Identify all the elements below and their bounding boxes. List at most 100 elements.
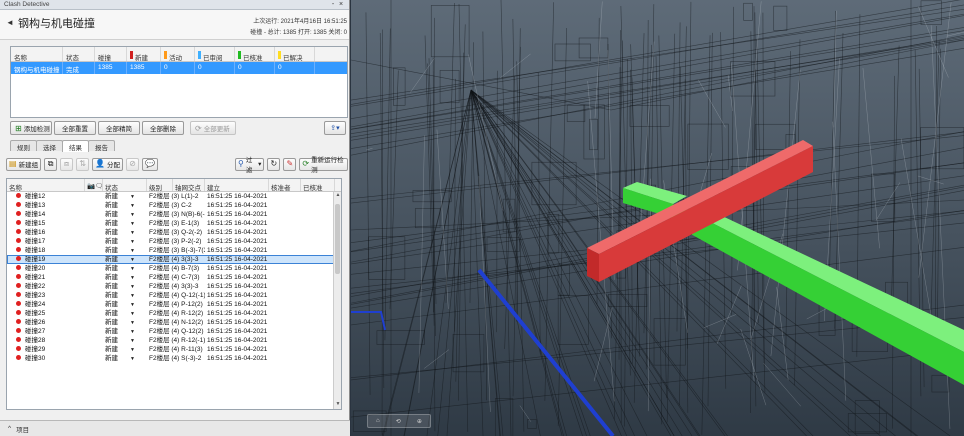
clash-row[interactable]: 碰撞17 新建 ▼ F2楼层 (3) P-2(-2) 16:51:25 16-04-2… [7,237,341,246]
tests-col-header[interactable]: 已核准 [235,47,275,62]
status-dot-icon [16,319,21,324]
clash-row[interactable]: 碰撞12 新建 ▼ F2楼层 (3) L(1)-2 16:51:25 16-04-20… [7,192,341,201]
clash-row[interactable]: 碰撞21 新建 ▼ F2楼层 (4) C-7(3) 16:51:25 16-04-20… [7,273,341,282]
clash-grid: S(-3)-2 [181,355,202,362]
tests-col-header[interactable]: 名称 [11,47,63,62]
clash-row[interactable]: 碰撞15 新建 ▼ F2楼层 (3) E-1(3) 16:51:25 16-04-20… [7,219,341,228]
tests-col-header[interactable]: 活动 [161,47,195,62]
export-button[interactable]: ⇪ ▾ [324,121,346,135]
status-dropdown-icon[interactable]: ▼ [130,328,135,336]
clash-row[interactable]: 碰撞29 新建 ▼ F2楼层 (4) R-11(3) 16:51:25 16-04-2… [7,345,341,354]
collapse-icon[interactable]: ◄ [6,18,14,27]
tests-col-label: 碰撞 [98,55,111,62]
tests-col-header[interactable]: 状态 [63,47,95,62]
clash-row[interactable]: 碰撞24 新建 ▼ F2楼层 (4) P-12(2) 16:51:25 16-04-2… [7,300,341,309]
group-clashes-button[interactable]: ⧉ [44,157,58,171]
results-col-header[interactable]: 名称 [7,179,85,191]
model-viewport[interactable]: ⌂ ⟲ ⊕ [351,0,964,436]
scroll-thumb[interactable] [335,204,340,274]
update-all-button[interactable]: ⟳ 全部更新 [190,121,236,135]
status-dropdown-icon[interactable]: ▼ [130,337,135,345]
results-scrollbar[interactable]: ▲ ▼ [333,192,341,409]
clash-created: 16:51:25 16-04-2021 [207,202,268,209]
close-icon[interactable]: × [337,1,345,8]
status-dropdown-icon[interactable]: ▼ [130,355,135,363]
results-col-header[interactable]: 轴网交点 [173,179,205,191]
clash-row[interactable]: 碰撞23 新建 ▼ F2楼层 (4) Q-12(-1) 16:51:25 16-04-… [7,291,341,300]
test-row[interactable]: 钢构与机电碰撞 完成 1385 1385 0 0 0 0 [11,62,347,74]
status-dropdown-icon[interactable]: ▼ [130,310,135,318]
status-dropdown-icon[interactable]: ▼ [130,229,135,237]
clash-row[interactable]: 碰撞27 新建 ▼ F2楼层 (4) Q-12(2) 16:51:25 16-04-2… [7,327,341,336]
status-dropdown-icon[interactable]: ▼ [130,346,135,354]
add-comment-button[interactable]: 💬 [142,157,158,171]
results-col-header[interactable]: 已核准 [301,179,335,191]
clash-row[interactable]: 碰撞18 新建 ▼ F2楼层 (3) B(-3)-7(3)16:51:25 16-0… [7,246,341,255]
assign-button[interactable]: 👤 分配 [92,157,124,171]
clash-row[interactable]: 碰撞13 新建 ▼ F2楼层 (3) C-2 16:51:25 16-04-2021 [7,201,341,210]
delete-all-button[interactable]: 全部删除 [142,121,184,135]
tab-rules[interactable]: 规则 [10,140,37,152]
status-dropdown-icon[interactable]: ▼ [130,283,135,291]
orbit-icon[interactable]: ⟲ [396,418,401,425]
status-dropdown-icon[interactable]: ▼ [130,274,135,282]
clash-row[interactable]: 碰撞16 新建 ▼ F2楼层 (3) Q-2(-2) 16:51:25 16-04-2… [7,228,341,237]
results-col-header[interactable]: 级别 [147,179,173,191]
compact-all-button[interactable]: 全部精简 [98,121,140,135]
tests-col-header[interactable]: 已审阅 [195,47,235,62]
tab-select[interactable]: 选择 [36,140,63,152]
add-test-button[interactable]: ⊞ 添加检测 [10,121,52,135]
status-dropdown-icon[interactable]: ▼ [130,292,135,300]
navigation-hud[interactable]: ⌂ ⟲ ⊕ [367,414,431,428]
status-dropdown-icon[interactable]: ▼ [130,319,135,327]
status-dropdown-icon[interactable]: ▼ [130,220,135,228]
remove-from-group-button[interactable]: ⧈ [60,157,74,171]
home-icon[interactable]: ⌂ [376,418,380,424]
zoom-icon[interactable]: ⊕ [417,418,422,425]
clash-created: 16:51:25 16-04-2021 [207,211,268,218]
status-dropdown-icon[interactable]: ▼ [130,265,135,273]
new-group-button[interactable]: ▤ 新建组 [6,157,42,171]
clash-row[interactable]: 碰撞14 新建 ▼ F2楼层 (3) N(B)-6(-2)16:51:25 16-0… [7,210,341,219]
status-dropdown-icon[interactable]: ▼ [130,211,135,219]
scroll-up-icon[interactable]: ▲ [334,192,341,200]
clash-row[interactable]: 碰撞19 新建 ▼ F2楼层 (4) 3(3)-3 16:51:25 16-04-20… [7,255,341,264]
results-col-header[interactable]: 建立 [205,179,269,191]
clash-row[interactable]: 碰撞28 新建 ▼ F2楼层 (4) R-12(-1) 16:51:25 16-04-… [7,336,341,345]
status-dropdown-icon[interactable]: ▼ [130,193,135,201]
status-dropdown-icon[interactable]: ▼ [130,256,135,264]
explode-group-button[interactable]: ⇅ [76,157,90,171]
tests-col-header[interactable]: 碰撞 [95,47,127,62]
status-dropdown-icon[interactable]: ▼ [130,301,135,309]
expand-icon: ^ [8,425,12,432]
filter-dropdown[interactable]: ⚲ 过滤 ▾ [235,157,265,174]
scroll-down-icon[interactable]: ▼ [334,401,341,409]
sort-button[interactable]: ↻ [267,157,281,171]
rerun-test-button[interactable]: ⟳ 重新运行检测 [299,157,348,174]
clash-row[interactable]: 碰撞30 新建 ▼ F2楼层 (4) S(-3)-2 16:51:25 16-04-2… [7,354,341,363]
results-col-header[interactable]: 状态 [103,179,147,191]
results-col-header[interactable]: 📷🗨 [85,179,103,191]
filter-label: 过滤 [245,157,253,174]
results-col-header[interactable]: 核准者 [269,179,301,191]
status-dropdown-icon[interactable]: ▼ [130,202,135,210]
clash-row[interactable]: 碰撞22 新建 ▼ F2楼层 (4) 3(3)-3 16:51:25 16-04-20… [7,282,341,291]
tests-col-header[interactable]: 新建 [127,47,161,62]
clash-status: 新建 [105,301,118,308]
reset-all-button[interactable]: 全部重置 [54,121,96,135]
tests-col-header[interactable]: 已解决 [275,47,315,62]
highlight-button[interactable]: ✎ [283,157,297,171]
unassign-button[interactable]: ⊘ [126,157,140,171]
minimize-icon[interactable]: - [329,1,337,8]
clash-row[interactable]: 碰撞26 新建 ▼ F2楼层 (4) N-12(2) 16:51:25 16-04-2… [7,318,341,327]
clash-row[interactable]: 碰撞20 新建 ▼ F2楼层 (4) B-7(3) 16:51:25 16-04-20… [7,264,341,273]
tab-results[interactable]: 结果 [62,140,89,152]
clash-row[interactable]: 碰撞25 新建 ▼ F2楼层 (4) R-12(2) 16:51:25 16-04-2… [7,309,341,318]
status-dot-icon [16,211,21,216]
status-dropdown-icon[interactable]: ▼ [130,238,135,246]
items-section-toggle[interactable]: ^ 项目 [0,420,350,436]
clash-status: 新建 [105,355,118,362]
tab-report[interactable]: 报告 [88,140,115,152]
viewport-canvas[interactable] [351,0,964,436]
status-dropdown-icon[interactable]: ▼ [130,247,135,255]
